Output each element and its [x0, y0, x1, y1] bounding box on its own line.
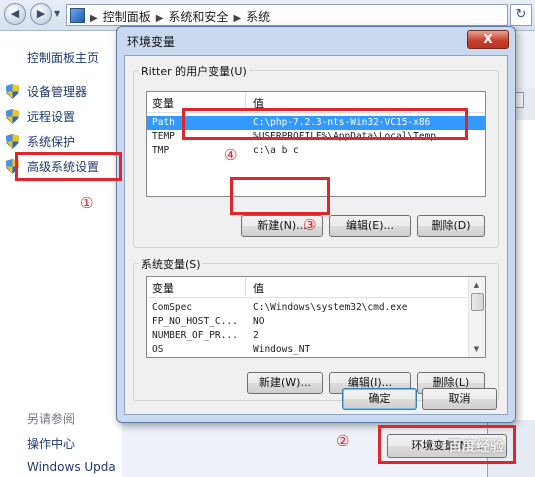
scroll-down-icon[interactable]: ▼ — [471, 343, 482, 355]
windows-update-link[interactable]: Windows Upda — [27, 460, 116, 474]
see-also-heading: 另请参阅 — [27, 412, 76, 426]
user-delete-button[interactable]: 删除(D) — [417, 215, 485, 237]
annotation-box-path-row — [182, 108, 468, 140]
sidebar-item-label: 设备管理器 — [27, 85, 88, 99]
breadcrumb-system-security[interactable]: 系统和安全 — [168, 10, 228, 24]
breadcrumb-separator-icon: ▶ — [90, 13, 98, 24]
variable-name: ComSpec — [152, 302, 193, 313]
variable-value: C:\Windows\system32\cmd.exe — [253, 302, 408, 313]
close-button[interactable]: X — [467, 30, 509, 49]
user-variables-label: Ritter 的用户变量(U) — [139, 63, 249, 79]
sidebar-item-device-manager[interactable]: 设备管理器 — [6, 81, 87, 103]
cancel-button[interactable]: 取消 — [422, 388, 497, 410]
sidebar-item-system-protection[interactable]: 系统保护 — [6, 131, 75, 153]
table-row[interactable]: NUMBER_OF_PR... 2 — [147, 329, 485, 343]
list-header: 变量 值 — [147, 277, 485, 298]
breadcrumb-separator-icon: ▶ — [233, 13, 242, 24]
table-row[interactable]: TMP c:\a b c — [147, 144, 485, 158]
breadcrumb-control-panel[interactable]: 控制面板 — [103, 10, 151, 24]
watermark: 百度经验 — [448, 439, 504, 455]
system-variables-label: 系统变量(S) — [139, 256, 203, 272]
scroll-up-icon[interactable]: ▲ — [471, 279, 482, 291]
ok-button[interactable]: 确定 — [342, 388, 417, 410]
system-variables-list[interactable]: 变量 值 ComSpec C:\Windows\system32\cmd.exe… — [146, 276, 486, 358]
address-input[interactable]: ▶ 控制面板 ▶ 系统和安全 ▶ 系统 — [66, 4, 508, 26]
refresh-icon[interactable]: ↻ — [510, 4, 532, 26]
sidebar: 控制面板主页 设备管理器 远程设置 系统保护 高级系统设置 另请参阅 操作中心 … — [0, 31, 122, 477]
annotation-number-4: ④ — [224, 146, 238, 164]
variable-name: TMP — [152, 145, 170, 156]
variable-name: NUMBER_OF_PR... — [152, 330, 238, 341]
sidebar-item-label: 系统保护 — [27, 135, 76, 149]
variable-value: c:\a b c — [253, 145, 299, 156]
shield-icon — [6, 134, 19, 149]
sidebar-home-link[interactable]: 控制面板主页 — [27, 49, 99, 66]
table-row[interactable]: ComSpec C:\Windows\system32\cmd.exe — [147, 301, 485, 315]
annotation-number-3: ③ — [303, 216, 317, 234]
recent-pages-icon[interactable]: ▼ — [54, 9, 60, 18]
shield-icon — [6, 84, 19, 99]
scroll-thumb[interactable] — [471, 293, 484, 311]
column-header-name[interactable]: 变量 — [152, 280, 174, 296]
annotation-number-1: ① — [80, 194, 94, 212]
user-edit-button[interactable]: 编辑(E)... — [329, 215, 411, 237]
sidebar-item-remote-settings[interactable]: 远程设置 — [6, 106, 75, 128]
column-header-name[interactable]: 变量 — [152, 95, 174, 111]
column-header-value[interactable]: 值 — [253, 280, 264, 296]
variable-name: FP_NO_HOST_C... — [152, 316, 238, 327]
annotation-number-2: ② — [336, 432, 350, 450]
breadcrumb-system[interactable]: 系统 — [246, 10, 270, 24]
column-divider[interactable] — [245, 278, 246, 296]
back-button[interactable]: ◀ — [4, 3, 26, 25]
variable-value: NO — [253, 316, 265, 327]
control-panel-icon — [70, 8, 85, 23]
annotation-box-advanced-settings — [15, 152, 122, 181]
system-new-button[interactable]: 新建(W)... — [247, 372, 323, 394]
table-row[interactable]: FP_NO_HOST_C... NO — [147, 315, 485, 329]
variable-name: Path — [152, 117, 175, 128]
scrollbar[interactable]: ▲ ▼ — [468, 277, 485, 357]
forward-button[interactable]: ▶ — [30, 3, 52, 25]
table-row[interactable]: OS Windows_NT — [147, 343, 485, 357]
action-center-link[interactable]: 操作中心 — [27, 435, 75, 452]
dialog-title: 环境变量 — [127, 35, 176, 49]
annotation-box-new-button — [230, 177, 330, 215]
sidebar-item-label: 远程设置 — [27, 110, 76, 124]
shield-icon — [6, 109, 19, 124]
variable-name: TEMP — [152, 131, 175, 142]
breadcrumb-separator-icon: ▶ — [155, 13, 164, 24]
variable-value: Windows_NT — [253, 344, 311, 355]
variable-name: OS — [152, 344, 164, 355]
variable-value: 2 — [253, 330, 259, 341]
